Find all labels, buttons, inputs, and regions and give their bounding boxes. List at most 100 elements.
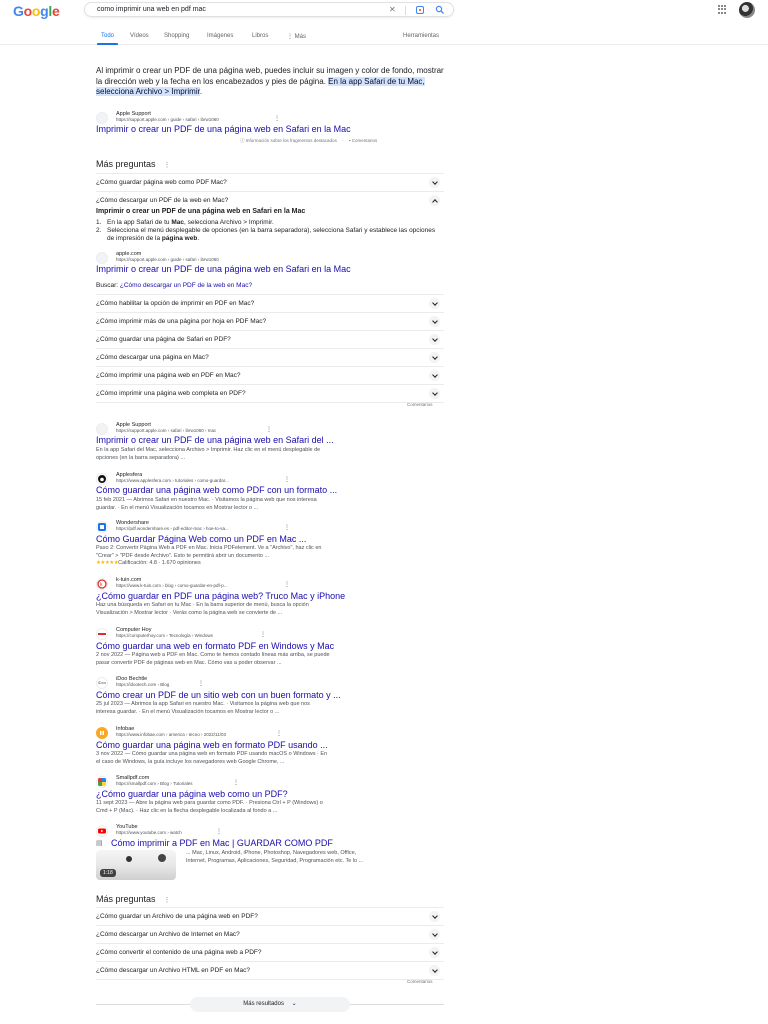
- snippet-source[interactable]: Apple Support https://support.apple.com …: [96, 111, 444, 125]
- idoo-icon: iDoo: [96, 677, 108, 689]
- more-options-icon[interactable]: ⋮: [276, 730, 282, 737]
- feedback-icon: ▪: [348, 138, 351, 143]
- answer-heading: Imprimir o crear un PDF de una página we…: [96, 208, 306, 215]
- answer-step: 2. Selecciona el menú desplegable de opci…: [96, 227, 436, 242]
- result-title-link[interactable]: Cómo guardar una página web como PDF con…: [96, 485, 337, 495]
- more-options-icon[interactable]: ⋮: [198, 680, 204, 687]
- chevron-up-icon[interactable]: [429, 195, 440, 206]
- chevron-down-icon[interactable]: [429, 177, 440, 188]
- tab-libros[interactable]: Libros: [252, 33, 268, 39]
- chevron-down-icon[interactable]: [429, 298, 440, 309]
- result-source[interactable]: Wondershare https://pdf.wondershare.es ›…: [96, 520, 444, 534]
- result-source[interactable]: YouTube https://www.youtube.com › watch …: [96, 824, 444, 838]
- paa-comments-link[interactable]: Comentarios: [407, 402, 433, 407]
- result-source[interactable]: Apple Support https://support.apple.com …: [96, 422, 444, 436]
- clear-icon[interactable]: ✕: [389, 5, 396, 14]
- paa-question[interactable]: ¿Cómo descargar un Archivo HTML en PDF e…: [96, 961, 444, 979]
- result-source[interactable]: Smallpdf.com https://smallpdf.com › Blog…: [96, 775, 444, 789]
- paa-question[interactable]: ¿Cómo imprimir una página web en PDF en …: [96, 366, 444, 384]
- result-snippet: 11 sept 2023 — Abre la página web para g…: [96, 800, 323, 814]
- apps-grid-icon[interactable]: [718, 5, 727, 14]
- answer-title-link[interactable]: Imprimir o crear un PDF de una página we…: [96, 264, 351, 274]
- tab-videos[interactable]: Vídeos: [130, 33, 149, 39]
- paa-question[interactable]: ¿Cómo guardar un Archivo de una página w…: [96, 907, 444, 925]
- google-lens-icon[interactable]: [416, 6, 424, 14]
- video-thumbnail[interactable]: 1:18: [96, 850, 176, 880]
- chevron-down-icon[interactable]: [429, 388, 440, 399]
- paa-question[interactable]: ¿Cómo imprimir más de una página por hoj…: [96, 312, 444, 330]
- result-snippet: 25 jul 2023 — Abrimos la app Safari en n…: [96, 701, 310, 715]
- result-snippet: Paso 2: Convertir Página Web a PDF en Ma…: [96, 545, 322, 566]
- svg-text:k: k: [100, 582, 103, 588]
- result-title-link[interactable]: Cómo guardar una página web en formato P…: [96, 740, 328, 750]
- paa-comments-link[interactable]: Comentarios: [407, 979, 433, 984]
- chevron-down-icon[interactable]: [429, 334, 440, 345]
- youtube-icon: [96, 825, 108, 837]
- search-tabs: Todo Vídeos Shopping Imágenes Libros ⋮ M…: [0, 31, 768, 45]
- search-icon[interactable]: [435, 5, 445, 15]
- paa-question[interactable]: ¿Cómo guardar una página de Safari en PD…: [96, 330, 444, 348]
- more-options-icon[interactable]: ⋮: [266, 426, 272, 433]
- chevron-down-icon[interactable]: [429, 965, 440, 976]
- snippet-comments-link[interactable]: Comentarios: [352, 138, 378, 143]
- chevron-down-icon[interactable]: [429, 370, 440, 381]
- result-title-link[interactable]: Cómo crear un PDF de un sitio web con un…: [96, 690, 341, 700]
- search-box[interactable]: como imprimir una web en pdf mac ✕: [84, 2, 454, 17]
- tab-imagenes[interactable]: Imágenes: [207, 33, 233, 39]
- result-title-link[interactable]: Cómo guardar una web en formato PDF en W…: [96, 641, 334, 651]
- search-suggestion: Buscar: ¿Cómo descargar un PDF de la web…: [96, 282, 253, 289]
- paa-question[interactable]: ¿Cómo habilitar la opción de imprimir en…: [96, 294, 444, 312]
- result-source[interactable]: Computer Hoy https://computerhoy.com › T…: [96, 627, 444, 641]
- paa-question[interactable]: ¿Cómo convertir el contenido de una pági…: [96, 943, 444, 961]
- more-options-icon[interactable]: ⋮: [284, 524, 290, 531]
- more-options-icon[interactable]: ⋮: [233, 779, 239, 786]
- more-options-icon[interactable]: ⋮: [164, 897, 171, 904]
- result-snippet: 15 feb 2021 — Abrimos Safari en nuestro …: [96, 497, 317, 511]
- result-source[interactable]: Infobae https://www.infobae.com › americ…: [96, 726, 444, 740]
- chevron-down-icon[interactable]: [429, 929, 440, 940]
- snippet-title-link[interactable]: Imprimir o crear un PDF de una página we…: [96, 124, 351, 134]
- more-options-icon[interactable]: ⋮: [274, 115, 280, 122]
- result-source[interactable]: Applesfera https://www.applesfera.com › …: [96, 472, 444, 486]
- more-options-icon[interactable]: ⋮: [284, 476, 290, 483]
- more-options-icon[interactable]: ⋮: [164, 162, 171, 169]
- more-results-button[interactable]: Más resultados ⌄: [190, 997, 350, 1012]
- result-title-link[interactable]: Cómo imprimir a PDF en Mac | GUARDAR COM…: [111, 838, 333, 848]
- paa-question[interactable]: ¿Cómo imprimir una página web completa e…: [96, 384, 444, 402]
- more-options-icon[interactable]: ⋮: [260, 631, 266, 638]
- paa-question-expanded[interactable]: ¿Cómo descargar un PDF de la web en Mac?: [96, 191, 444, 209]
- paa-question[interactable]: ¿Cómo guardar página web como PDF Mac?: [96, 173, 444, 191]
- more-options-icon[interactable]: ⋮: [284, 581, 290, 588]
- tab-shopping[interactable]: Shopping: [164, 33, 189, 39]
- tools-button[interactable]: Herramientas: [403, 33, 439, 39]
- featured-snippet-text: Al imprimir o crear un PDF de una página…: [96, 66, 444, 96]
- chevron-down-icon: ⌄: [291, 1001, 297, 1007]
- tab-todo[interactable]: Todo: [96, 33, 119, 45]
- paa-title: Más preguntas ⋮: [96, 894, 171, 904]
- paa-question[interactable]: ¿Cómo descargar un Archivo de Internet e…: [96, 925, 444, 943]
- chevron-down-icon[interactable]: [429, 911, 440, 922]
- result-title-link[interactable]: ¿Cómo guardar en PDF una página web? Tru…: [96, 591, 345, 601]
- chevron-down-icon[interactable]: [429, 352, 440, 363]
- about-snippets-link[interactable]: Información sobre los fragmentos destaca…: [246, 138, 337, 143]
- google-logo[interactable]: Google: [13, 3, 60, 19]
- result-source[interactable]: iDoo iDoo Bechtle https://idootech.com ›…: [96, 676, 444, 690]
- rating-stars: ★★★★★: [96, 560, 119, 566]
- video-duration: 1:18: [100, 869, 116, 877]
- answer-source[interactable]: apple.com https://support.apple.com › gu…: [96, 251, 444, 265]
- more-options-icon[interactable]: ⋮: [216, 828, 222, 835]
- wondershare-icon: [96, 521, 108, 533]
- search-input[interactable]: como imprimir una web en pdf mac: [97, 6, 206, 13]
- answer-steps: 1. En la app Safari de tu Mac, selecciona…: [96, 219, 444, 243]
- result-title-link[interactable]: ¿Cómo guardar una página web como un PDF…: [96, 789, 288, 799]
- avatar[interactable]: [739, 2, 755, 18]
- result-source[interactable]: k k-tuin.com https://www.k-tuin.com › bl…: [96, 577, 444, 591]
- divider: [96, 979, 444, 980]
- tab-mas[interactable]: ⋮ Más: [287, 33, 306, 40]
- result-title-link[interactable]: Cómo Guardar Página Web como un PDF en M…: [96, 534, 306, 544]
- paa-question[interactable]: ¿Cómo descargar una página en Mac?: [96, 348, 444, 366]
- result-title-link[interactable]: Imprimir o crear un PDF de una página we…: [96, 435, 334, 445]
- search-suggestion-link[interactable]: ¿Cómo descargar un PDF de la web en Mac?: [120, 282, 252, 289]
- chevron-down-icon[interactable]: [429, 947, 440, 958]
- chevron-down-icon[interactable]: [429, 316, 440, 327]
